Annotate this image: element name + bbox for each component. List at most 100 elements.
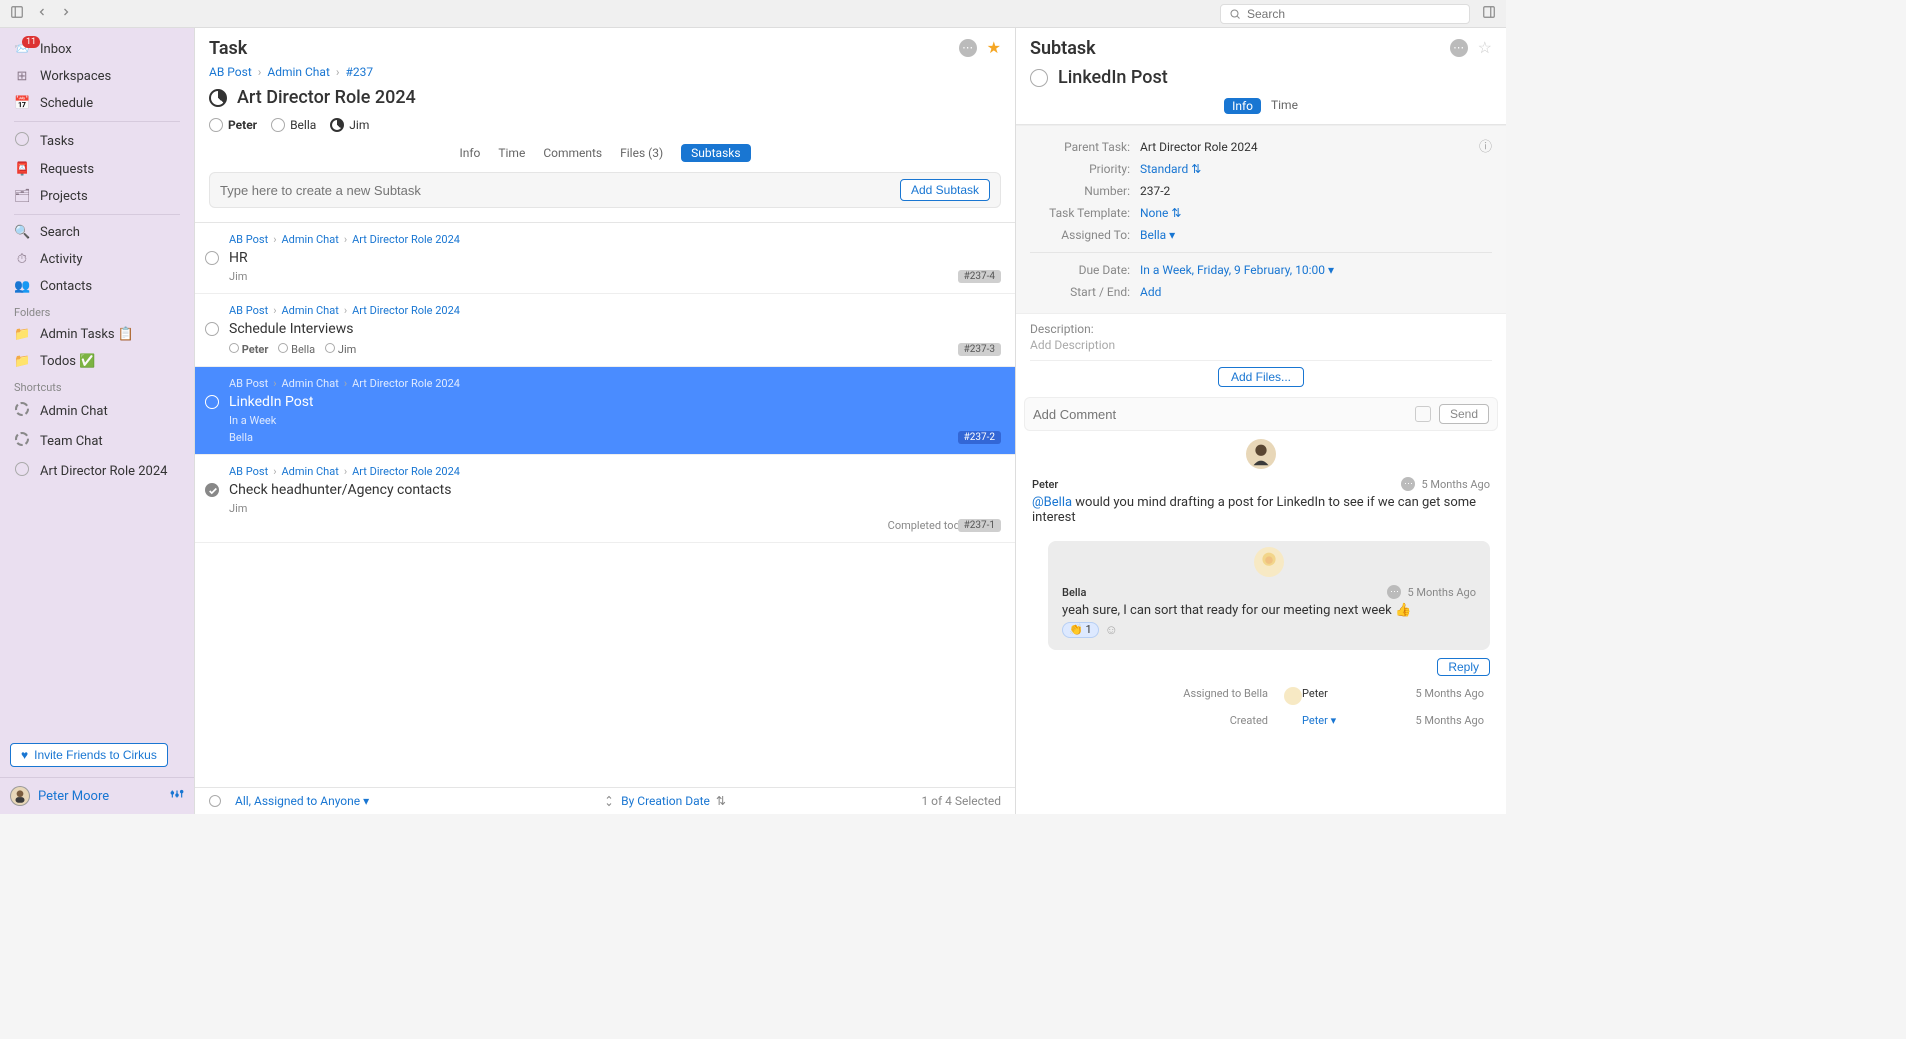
tab-info[interactable]: Info [459, 146, 480, 160]
new-subtask-input[interactable] [220, 183, 900, 198]
sidebar-item-requests[interactable]: 📮 Requests [0, 156, 194, 183]
sort-dropdown[interactable]: By Creation Date ⇅ [603, 794, 726, 808]
activity-who[interactable]: Peter ▾ [1302, 714, 1362, 727]
sidebar-item-search[interactable]: 🔍 Search [0, 219, 194, 246]
sidebar-item-projects[interactable]: 🗂 Projects [0, 183, 194, 210]
star-icon[interactable]: ★ [987, 38, 1001, 57]
attachment-icon[interactable] [1415, 406, 1431, 422]
complete-toggle-icon[interactable] [1030, 69, 1048, 87]
subtask-row[interactable]: AB Post› Admin Chat› Art Director Role 2… [195, 367, 1015, 455]
subtask-crumb[interactable]: Art Director Role 2024 [352, 304, 460, 317]
assignee-pill[interactable]: Peter [209, 118, 257, 132]
panel-toggle-icon[interactable] [1482, 5, 1496, 23]
description-block[interactable]: Description: Add Description [1016, 314, 1506, 360]
subtask-row[interactable]: AB Post› Admin Chat› Art Director Role 2… [195, 223, 1015, 294]
right-tab-time[interactable]: Time [1271, 98, 1298, 114]
complete-toggle-icon[interactable] [205, 483, 219, 497]
subtask-crumb[interactable]: Admin Chat [282, 465, 339, 478]
sidebar-item-contacts[interactable]: 👥 Contacts [0, 273, 194, 300]
nav-forward-icon[interactable] [60, 6, 72, 22]
reaction[interactable]: 👏 1 [1062, 622, 1099, 638]
subtask-row[interactable]: AB Post› Admin Chat› Art Director Role 2… [195, 455, 1015, 543]
tab-files[interactable]: Files (3) [620, 146, 663, 160]
send-button[interactable]: Send [1439, 404, 1489, 424]
description-placeholder: Add Description [1030, 338, 1492, 352]
sidebar-folder-todos-label: Todos ✅ [40, 354, 95, 369]
task-progress-icon[interactable] [209, 89, 227, 107]
toolbar [0, 0, 1506, 28]
complete-toggle-icon[interactable] [205, 251, 219, 265]
sidebar-item-tasks[interactable]: Tasks [0, 126, 194, 156]
tab-comments[interactable]: Comments [543, 146, 602, 160]
breadcrumb-item[interactable]: AB Post [209, 65, 252, 79]
info-due[interactable]: In a Week, Friday, 9 February, 10:00 ▾ [1140, 263, 1334, 277]
new-subtask-row: Add Subtask [209, 172, 1001, 208]
reply-button[interactable]: Reply [1437, 658, 1490, 676]
subtask-crumb[interactable]: AB Post [229, 465, 268, 478]
complete-toggle-icon[interactable] [205, 322, 219, 336]
sidebar-shortcut-art-label: Art Director Role 2024 [40, 464, 167, 479]
sidebar-shortcut-art[interactable]: Art Director Role 2024 [0, 456, 194, 486]
mention[interactable]: @Bella [1032, 495, 1072, 510]
right-tabs: Info Time [1030, 98, 1492, 114]
search-field[interactable] [1247, 7, 1461, 21]
sidebar-shortcut-team[interactable]: Team Chat [0, 426, 194, 456]
subtask-crumb[interactable]: Admin Chat [282, 233, 339, 246]
add-files-button[interactable]: Add Files... [1218, 367, 1304, 387]
assignee-pill[interactable]: Bella [271, 118, 316, 132]
folder-icon: 📁 [14, 327, 30, 342]
right-tab-info[interactable]: Info [1224, 98, 1261, 114]
info-icon[interactable]: ⓘ [1479, 136, 1492, 155]
workspaces-icon: ⊞ [14, 69, 30, 84]
info-template[interactable]: None ⇅ [1140, 206, 1181, 220]
sidebar-item-inbox[interactable]: 📨11 Inbox [0, 36, 194, 63]
add-subtask-button[interactable]: Add Subtask [900, 179, 990, 201]
sidebar-shortcut-admin[interactable]: Admin Chat [0, 396, 194, 426]
subtask-row[interactable]: AB Post› Admin Chat› Art Director Role 2… [195, 294, 1015, 367]
sidebar-toggle-icon[interactable] [10, 5, 24, 23]
sidebar-shortcut-admin-label: Admin Chat [40, 404, 108, 419]
star-icon[interactable]: ☆ [1478, 38, 1492, 57]
breadcrumb: AB Post › Admin Chat › #237 [209, 65, 1001, 79]
tab-time[interactable]: Time [498, 146, 525, 160]
subtask-crumb[interactable]: AB Post [229, 304, 268, 317]
info-priority[interactable]: Standard ⇅ [1140, 162, 1201, 176]
add-reaction-icon[interactable]: ☺ [1105, 622, 1118, 638]
activity-label: Assigned to Bella [1038, 687, 1268, 708]
info-assigned[interactable]: Bella ▾ [1140, 228, 1175, 242]
more-menu-icon[interactable]: ⋯ [1450, 39, 1468, 57]
user-footer[interactable]: Peter Moore [0, 777, 194, 814]
sidebar-item-workspaces[interactable]: ⊞ Workspaces [0, 63, 194, 90]
breadcrumb-item[interactable]: #237 [345, 65, 373, 79]
invite-button[interactable]: ♥ Invite Friends to Cirkus [10, 743, 168, 767]
subtask-crumb[interactable]: Admin Chat [282, 377, 339, 390]
filter-dropdown[interactable]: All, Assigned to Anyone ▾ [235, 794, 369, 808]
info-startend[interactable]: Add [1140, 285, 1161, 299]
comment-menu-icon[interactable]: ⋯ [1387, 585, 1401, 599]
complete-toggle-icon[interactable] [205, 395, 219, 409]
sidebar-folder-admin[interactable]: 📁 Admin Tasks 📋 [0, 321, 194, 348]
more-menu-icon[interactable]: ⋯ [959, 39, 977, 57]
settings-icon[interactable] [170, 787, 184, 805]
subtask-crumb[interactable]: Art Director Role 2024 [352, 233, 460, 246]
breadcrumb-item[interactable]: Admin Chat [267, 65, 330, 79]
subtask-crumb[interactable]: Art Director Role 2024 [352, 377, 460, 390]
assignee-pill[interactable]: Jim [330, 118, 369, 132]
subtask-crumb[interactable]: Art Director Role 2024 [352, 465, 460, 478]
nav-back-icon[interactable] [36, 6, 48, 22]
sidebar-folder-todos[interactable]: 📁 Todos ✅ [0, 348, 194, 375]
subtask-assignee: Jim [229, 502, 1001, 515]
filter-icon[interactable] [209, 795, 221, 807]
sidebar-item-activity[interactable]: ⏱ Activity [0, 246, 194, 273]
schedule-icon: 📅 [14, 96, 30, 111]
search-input[interactable] [1220, 4, 1470, 24]
comment-menu-icon[interactable]: ⋯ [1401, 477, 1415, 491]
sidebar-item-schedule[interactable]: 📅 Schedule [0, 90, 194, 117]
subtask-crumb[interactable]: AB Post [229, 377, 268, 390]
subtask-crumb[interactable]: AB Post [229, 233, 268, 246]
inbox-badge: 11 [22, 36, 40, 48]
subtask-title: LinkedIn Post [229, 394, 314, 410]
subtask-crumb[interactable]: Admin Chat [282, 304, 339, 317]
comment-input[interactable] [1033, 407, 1407, 422]
tab-subtasks[interactable]: Subtasks [681, 144, 750, 162]
